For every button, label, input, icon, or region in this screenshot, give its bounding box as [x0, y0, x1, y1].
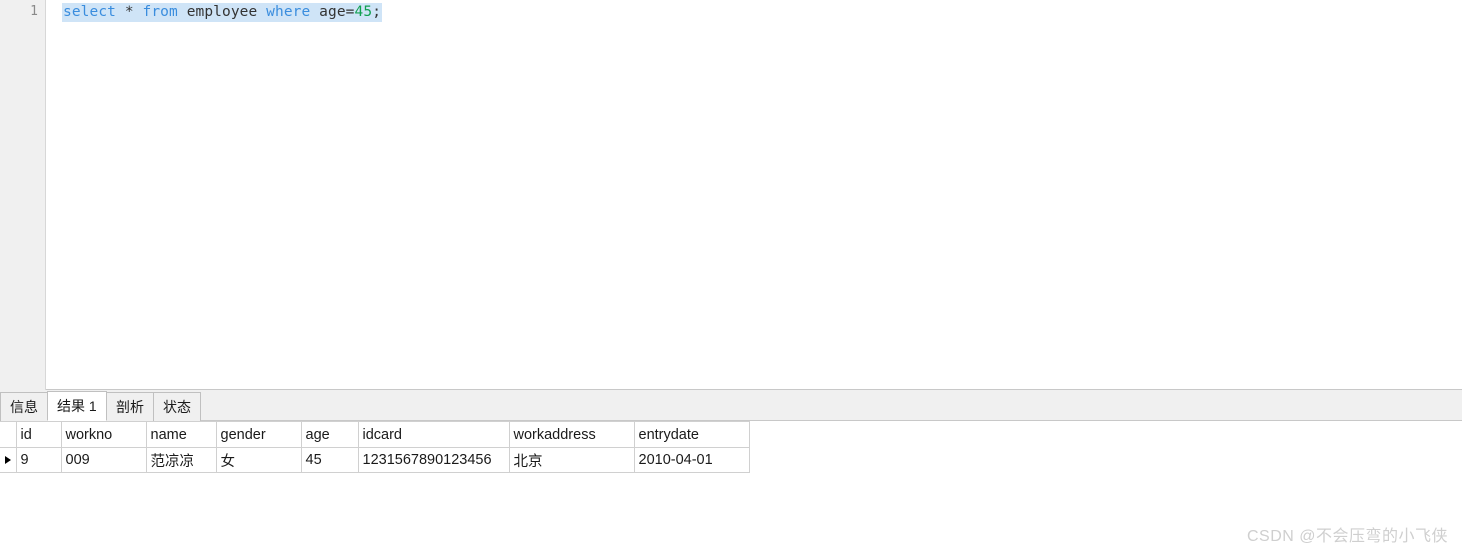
sql-token-operator: =: [345, 4, 355, 20]
sql-token-number: 45: [354, 4, 373, 20]
column-header-workaddress[interactable]: workaddress: [509, 421, 635, 448]
sql-token-keyword: where: [266, 4, 311, 20]
result-tab-bar: 信息 结果 1 剖析 状态: [0, 390, 1462, 421]
editor-code-area[interactable]: select * from employee where age=45;: [47, 0, 1462, 389]
sql-token-keyword: select: [63, 4, 116, 20]
play-triangle-icon: [5, 456, 11, 464]
row-marker-header: [0, 421, 17, 448]
line-number: 1: [30, 4, 38, 19]
tab-result-1[interactable]: 结果 1: [47, 391, 107, 421]
cell-name[interactable]: 范凉凉: [146, 447, 217, 473]
result-table-body: 9 009 范凉凉女 45 1231567890123456 北京 2010-04-01: [0, 447, 750, 473]
table-row[interactable]: 9 009 范凉凉女 45 1231567890123456 北京 2010-04-01: [0, 447, 750, 473]
tab-status[interactable]: 状态: [153, 392, 201, 421]
sql-token-operator: *: [124, 4, 134, 20]
column-header-gender[interactable]: gender: [216, 421, 302, 448]
sql-statement-line[interactable]: select * from employee where age=45;: [62, 3, 383, 22]
sql-editor-pane[interactable]: 1 select * from employee where age=45;: [0, 0, 1462, 390]
sql-client-window: 1 select * from employee where age=45; 信…: [0, 0, 1462, 556]
sql-token-plain: [178, 4, 187, 20]
cell-entrydate[interactable]: 2010-04-01: [634, 447, 750, 473]
sql-token-plain: [257, 4, 266, 20]
result-table: id workno name gender age idcard workaddress en…: [0, 421, 750, 473]
column-header-name[interactable]: name: [146, 421, 217, 448]
result-grid[interactable]: id workno name gender age idcard workaddress en…: [0, 421, 1462, 556]
tab-profile[interactable]: 剖析: [106, 392, 154, 421]
cell-workaddress[interactable]: 北京: [509, 447, 635, 473]
sql-token-punctuation: ;: [372, 4, 382, 20]
cell-id[interactable]: 9: [16, 447, 62, 473]
sql-token-identifier: age: [319, 4, 346, 20]
result-header-row: id workno name gender age idcard workaddress en…: [0, 421, 750, 448]
cell-age[interactable]: 45: [301, 447, 359, 473]
column-header-id[interactable]: id: [16, 421, 62, 448]
column-header-entrydate[interactable]: entrydate: [634, 421, 750, 448]
sql-token-identifier: employee: [186, 4, 258, 20]
column-header-idcard[interactable]: idcard: [358, 421, 510, 448]
current-row-marker[interactable]: [0, 447, 17, 473]
cell-workno[interactable]: 009: [61, 447, 147, 473]
cell-idcard[interactable]: 1231567890123456: [358, 447, 510, 473]
sql-token-plain: [310, 4, 319, 20]
result-table-head: id workno name gender age idcard workaddress en…: [0, 421, 750, 448]
column-header-workno[interactable]: workno: [61, 421, 147, 448]
sql-token-keyword: from: [142, 4, 178, 20]
tab-info[interactable]: 信息: [0, 392, 48, 421]
csdn-watermark: CSDN @不会压弯的小飞侠: [1246, 528, 1448, 545]
sql-token-plain: [116, 4, 125, 20]
sql-token-plain: [134, 4, 143, 20]
cell-gender[interactable]: 女: [216, 447, 302, 473]
column-header-age[interactable]: age: [301, 421, 359, 448]
editor-gutter: 1: [0, 0, 46, 390]
